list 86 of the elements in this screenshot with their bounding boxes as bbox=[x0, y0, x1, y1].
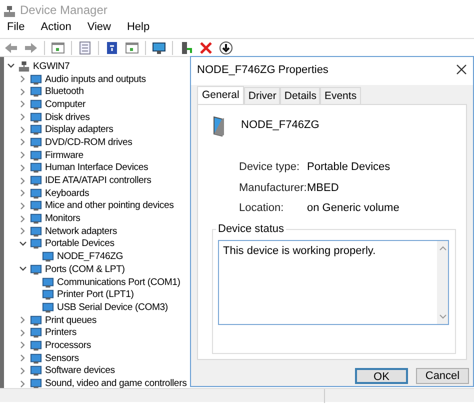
computer-icon bbox=[3, 4, 16, 18]
scrollbar[interactable] bbox=[437, 240, 448, 324]
properties-icon[interactable] bbox=[78, 40, 92, 54]
tree-item[interactable]: Ports (COM & LPT) bbox=[45, 264, 125, 275]
property-value: on Generic volume bbox=[307, 202, 400, 215]
window-icon[interactable] bbox=[51, 40, 65, 54]
menu-item[interactable]: Help bbox=[124, 21, 153, 38]
device-icon bbox=[30, 213, 42, 224]
window-icon[interactable] bbox=[125, 40, 139, 54]
menu-item[interactable]: File bbox=[4, 21, 28, 38]
device-icon bbox=[30, 264, 42, 275]
device-icon bbox=[30, 124, 42, 136]
device-icon bbox=[42, 251, 54, 262]
device-icon bbox=[42, 289, 54, 300]
device-icon bbox=[30, 86, 42, 98]
tree-item[interactable]: KGWIN7 bbox=[33, 60, 70, 72]
device-icon bbox=[30, 150, 42, 161]
tree-item[interactable]: Computer bbox=[45, 98, 86, 110]
tree-item[interactable]: Network adapters bbox=[45, 226, 117, 237]
tree-item[interactable]: Software devices bbox=[45, 365, 115, 376]
device-icon bbox=[30, 98, 42, 110]
tree-item[interactable]: Printers bbox=[45, 327, 76, 338]
property-label: Manufacturer: bbox=[239, 182, 307, 194]
tree-item[interactable]: Keyboards bbox=[45, 188, 90, 199]
forward-arrow-icon[interactable] bbox=[24, 40, 38, 54]
close-icon[interactable] bbox=[456, 64, 467, 75]
tree-item[interactable]: Mice and other pointing devices bbox=[45, 200, 174, 212]
tree-item[interactable]: NODE_F746ZG bbox=[57, 251, 124, 262]
tree-item[interactable]: Portable Devices bbox=[45, 238, 114, 250]
tab[interactable]: Events bbox=[320, 86, 361, 104]
tree-item[interactable]: IDE ATA/ATAPI controllers bbox=[45, 175, 152, 186]
device-icon bbox=[30, 238, 42, 250]
device-icon bbox=[30, 188, 42, 199]
computer-icon bbox=[18, 60, 30, 72]
device-icon bbox=[30, 226, 42, 237]
device-icon bbox=[30, 378, 42, 388]
tree-item[interactable]: Firmware bbox=[45, 150, 84, 161]
tree-item[interactable]: Printer Port (LPT1) bbox=[57, 289, 134, 300]
device-icon bbox=[30, 352, 42, 364]
dialog-title: NODE_F746ZG Properties bbox=[197, 64, 328, 78]
scroll-up-icon[interactable] bbox=[438, 244, 446, 251]
tree-item[interactable]: Disk drives bbox=[45, 112, 90, 123]
tree-item[interactable]: Monitors bbox=[45, 213, 80, 224]
tree-item[interactable]: Sensors bbox=[45, 352, 79, 364]
device-icon bbox=[30, 327, 42, 338]
status-text: This device is working properly. bbox=[222, 244, 376, 259]
tree-item[interactable]: Bluetooth bbox=[45, 86, 84, 98]
tab[interactable]: Details bbox=[280, 86, 320, 104]
tree-item[interactable]: USB Serial Device (COM3) bbox=[57, 302, 168, 313]
device-icon bbox=[42, 302, 54, 313]
device-icon bbox=[30, 365, 42, 376]
property-label: Device type: bbox=[239, 161, 301, 174]
tree-item[interactable]: Audio inputs and outputs bbox=[45, 74, 146, 85]
tree-item[interactable]: Processors bbox=[45, 340, 91, 351]
dialog-button[interactable]: Cancel bbox=[416, 368, 469, 384]
property-label: Location: bbox=[239, 202, 285, 215]
property-value: Portable Devices bbox=[307, 161, 390, 174]
device-icon bbox=[30, 112, 42, 123]
device-icon bbox=[30, 314, 42, 326]
device-icon bbox=[30, 200, 42, 212]
tree-item[interactable]: Human Interface Devices bbox=[45, 162, 148, 174]
back-arrow-icon[interactable] bbox=[4, 40, 18, 54]
menu-item[interactable]: View bbox=[84, 21, 114, 38]
tree-item[interactable]: DVD/CD-ROM drives bbox=[45, 136, 132, 148]
menu-item[interactable]: Action bbox=[38, 21, 74, 38]
tab[interactable]: Driver bbox=[244, 86, 280, 104]
plug-icon[interactable] bbox=[179, 40, 193, 54]
tree-item[interactable]: Sound, video and game controllers bbox=[45, 378, 187, 388]
device-name: NODE_F746ZG bbox=[241, 119, 320, 132]
tree-item[interactable]: Communications Port (COM1) bbox=[57, 276, 180, 288]
device-icon bbox=[30, 175, 42, 186]
property-value: MBED bbox=[307, 182, 339, 194]
device-icon bbox=[30, 74, 42, 85]
device-icon bbox=[30, 136, 42, 148]
tree-item[interactable]: Display adapters bbox=[45, 124, 114, 136]
scroll-down-icon[interactable] bbox=[438, 314, 446, 320]
device-icon bbox=[30, 162, 42, 174]
monitor-icon[interactable] bbox=[152, 40, 166, 54]
window-title: Device Manager bbox=[20, 4, 108, 18]
down-arrow-icon[interactable] bbox=[219, 40, 233, 54]
dialog-button[interactable]: OK bbox=[355, 368, 408, 384]
tab[interactable]: General bbox=[197, 86, 244, 104]
tree-item[interactable]: Print queues bbox=[45, 314, 96, 326]
device-icon bbox=[30, 340, 42, 351]
portable-device-icon bbox=[212, 115, 225, 137]
device-icon bbox=[42, 276, 54, 288]
